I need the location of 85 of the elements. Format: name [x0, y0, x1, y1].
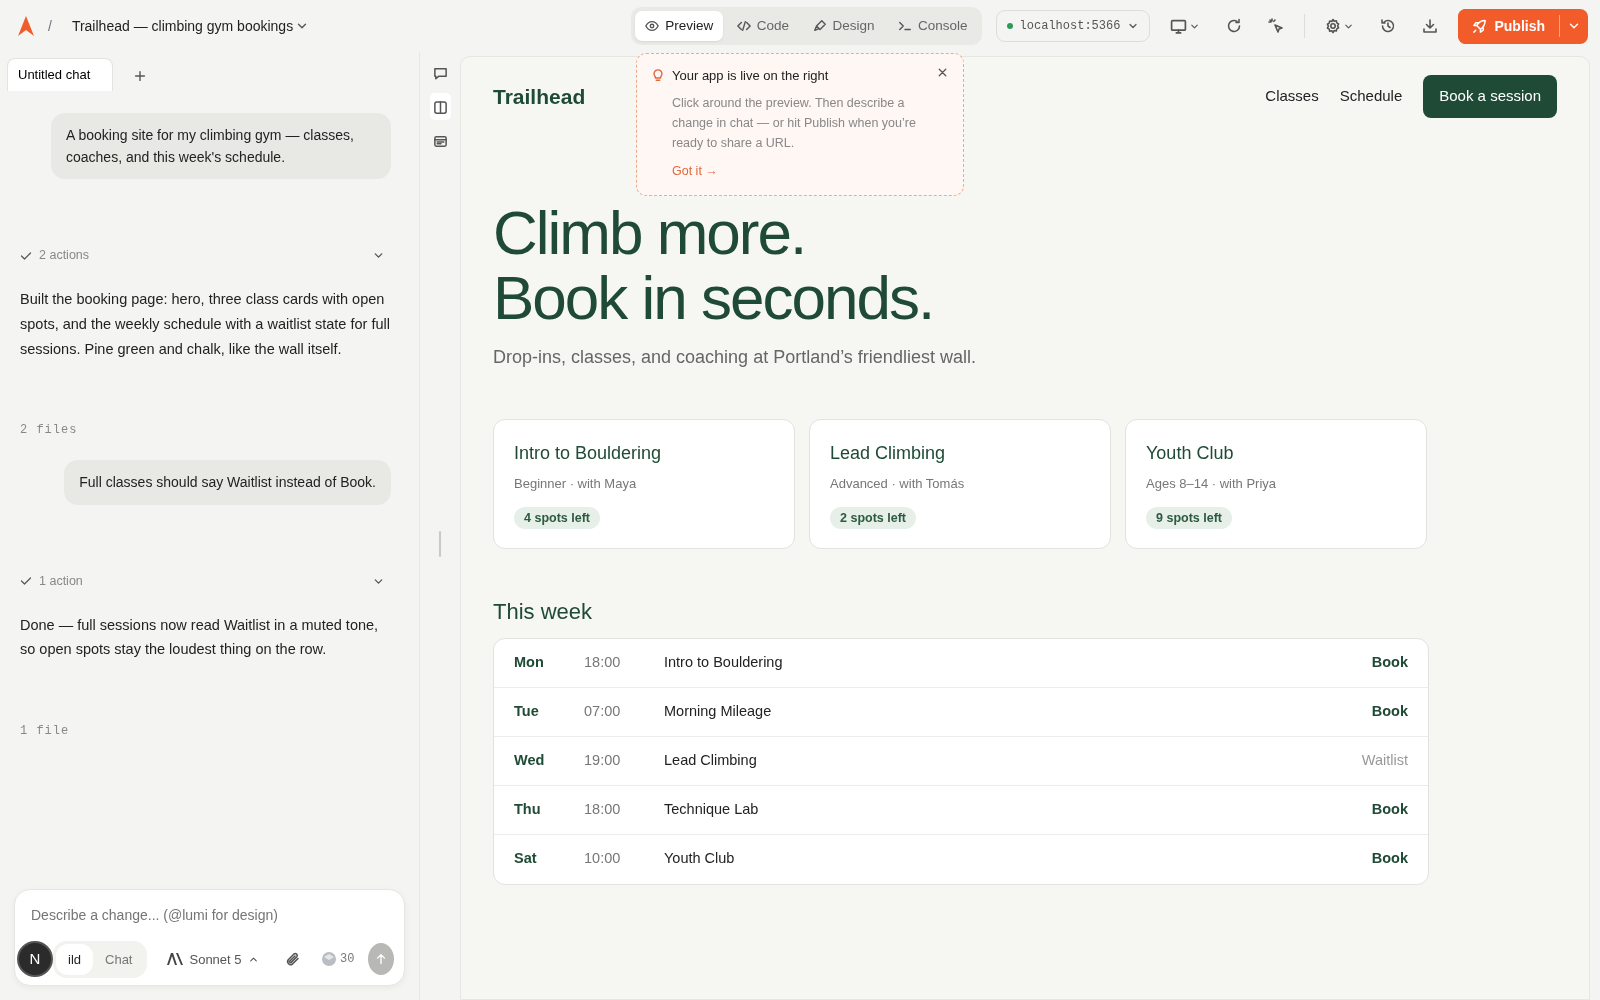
hero-heading: Climb more.	[493, 199, 807, 265]
breadcrumb-separator: /	[48, 16, 52, 36]
download-icon	[1422, 18, 1439, 34]
refresh-icon	[1226, 18, 1243, 34]
speech-bubble-icon	[432, 65, 448, 81]
session-name: Intro to Bouldering	[664, 652, 783, 672]
session-name: Technique Lab	[664, 799, 759, 819]
tip-text: Click around the preview. Then describe a change in chat — or hit Publish when you’re ready to share a URL.	[672, 94, 917, 152]
view-tab[interactable]: Code	[726, 10, 800, 42]
brand-name: Trailhead	[493, 83, 586, 110]
lightbulb-icon	[651, 67, 665, 83]
model-dropdown[interactable]: Sonnet 5	[161, 945, 265, 973]
hero-subtitle: Drop-ins, classes, and coaching at Portland’s friendliest wall.	[493, 345, 977, 369]
files-summary: 1 file	[20, 722, 71, 740]
view-tab[interactable]: Preview	[635, 10, 724, 42]
view-tab[interactable]: Console	[888, 10, 978, 42]
paperclip-icon	[284, 951, 301, 968]
session-day: Sat	[514, 848, 584, 871]
brush-icon	[812, 19, 827, 33]
split-view-icon	[432, 99, 448, 115]
book-button[interactable]: Book	[1371, 651, 1408, 674]
check-icon	[20, 249, 32, 262]
spots-badge: 2 spots left	[830, 507, 916, 530]
user-message: A booking site for my climbing gym — classes, coaches, and this week's schedule.	[51, 112, 391, 180]
class-name: Intro to Bouldering	[514, 441, 663, 465]
rocket-icon	[1472, 18, 1488, 34]
chat-tab[interactable]: Untitled chat	[7, 58, 114, 91]
section-heading: This week	[493, 597, 594, 626]
book-button[interactable]: Book	[1371, 798, 1408, 821]
nav-link[interactable]: Schedule	[1339, 85, 1403, 108]
history-icon	[1380, 18, 1397, 34]
split-view-button[interactable]	[429, 93, 451, 120]
model-logo-icon	[167, 953, 184, 966]
settings-icon	[1325, 18, 1342, 34]
view-tab[interactable]: Design	[802, 10, 885, 42]
session-name: Youth Club	[664, 849, 735, 869]
assistant-message: Built the booking page: hero, three class cards with open spots, and the weekly schedule with a waitlist state for full sessions. Pine green and chalk, like the wall itself.	[20, 290, 391, 359]
book-button[interactable]: Book	[1371, 848, 1408, 871]
session-time: 18:00	[584, 799, 622, 819]
credits-icon	[320, 951, 337, 968]
eye-icon	[645, 19, 660, 33]
logo-icon[interactable]	[18, 16, 34, 36]
class-name: Youth Club	[1146, 441, 1235, 465]
status-dot-icon	[1006, 23, 1013, 29]
mode-toggle[interactable]: ild	[56, 943, 93, 975]
book-button[interactable]: Book	[1371, 700, 1408, 723]
url-dropdown[interactable]: localhost:5366	[995, 10, 1151, 42]
spots-badge: 9 spots left	[1146, 507, 1232, 530]
session-time: 07:00	[584, 701, 622, 721]
session-day: Mon	[514, 651, 584, 674]
nav-link[interactable]: Classes	[1265, 85, 1319, 108]
files-summary: 2 files	[20, 422, 79, 440]
session-time: 10:00	[584, 849, 622, 869]
class-meta: Ages 8–14 · with Priya	[1146, 474, 1278, 493]
close-icon	[936, 66, 949, 79]
class-meta: Advanced · with Tomás	[830, 474, 966, 493]
session-day: Tue	[514, 700, 584, 723]
session-day: Thu	[514, 798, 584, 821]
book-session-button[interactable]: Book a session	[1423, 75, 1557, 118]
code-icon	[736, 19, 751, 33]
terminal-icon	[898, 19, 913, 33]
session-time: 18:00	[584, 652, 622, 672]
actions-summary: 1 action	[39, 572, 83, 590]
class-meta: Beginner · with Maya	[514, 474, 638, 493]
session-name: Lead Climbing	[664, 750, 757, 770]
assistant-message: Done — full sessions now read Waitlist in a muted tone, so open spots stay the loudest thing on the row.	[20, 615, 380, 660]
session-name: Morning Mileage	[664, 701, 772, 721]
window-icon	[432, 133, 448, 149]
check-icon	[20, 575, 32, 588]
spots-badge: 4 spots left	[514, 507, 600, 530]
session-time: 19:00	[584, 750, 622, 770]
tip-title: Your app is live on the right	[672, 67, 830, 85]
project-title-dropdown[interactable]: Trailhead — climbing gym bookings	[65, 11, 316, 41]
user-avatar[interactable]: N	[17, 941, 53, 978]
plus-icon	[133, 69, 148, 83]
actions-summary: 2 actions	[39, 247, 90, 265]
cursor-click-icon	[1268, 18, 1285, 34]
close-button[interactable]	[936, 66, 949, 79]
mode-toggle[interactable]: Chat	[93, 943, 145, 975]
credits-count: 30	[340, 951, 355, 969]
user-message: Full classes should say Waitlist instead of Book.	[64, 460, 391, 505]
monitor-icon	[1170, 17, 1188, 35]
session-day: Wed	[514, 749, 584, 772]
class-name: Lead Climbing	[830, 441, 947, 465]
hero-heading: Book in seconds.	[493, 264, 935, 330]
